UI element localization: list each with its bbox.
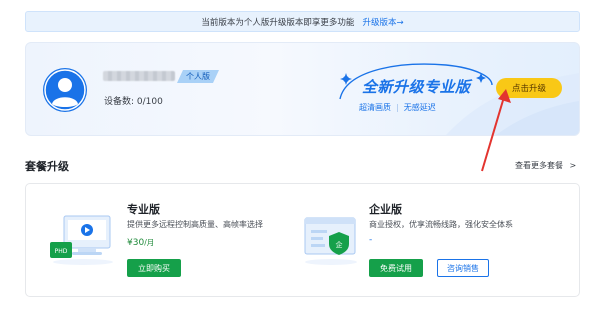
promo-features: 超清画质 | 无感延迟 [359, 102, 436, 113]
free-trial-button[interactable]: 免费试用 [369, 259, 423, 277]
promo-title: 全新升级专业版 [362, 78, 471, 96]
chevron-right-icon: > [569, 161, 577, 170]
pro-plan-price: ¥30/月 [127, 237, 154, 248]
phd-badge-label: PHD [55, 248, 68, 255]
avatar [43, 68, 87, 112]
pro-price-unit: /月 [144, 238, 155, 247]
section-title: 套餐升级 [25, 160, 69, 173]
pro-plan-description: 提供更多远程控制高质量、高帧率选择 [127, 220, 263, 229]
device-count: 设备数: 0/100 [104, 97, 163, 107]
enterprise-plan-illustration: 企 [301, 212, 361, 266]
more-plans-link[interactable]: 查看更多套餐 > [515, 160, 576, 171]
monitor-play-icon: PHD [50, 215, 113, 265]
shield-badge-label: 企 [336, 240, 343, 249]
red-arrow-annotation [481, 89, 511, 172]
promo-feature-latency: 无感延迟 [403, 103, 436, 112]
more-plans-label: 查看更多套餐 [515, 161, 563, 170]
promo-separator: | [396, 103, 399, 112]
notice-text: 当前版本为个人版升级版本即享更多功能 [201, 17, 355, 28]
plans-card: PHD 专业版 提供更多远程控制高质量、高帧率选择 ¥30/月 立即购买 企 企… [25, 183, 580, 297]
contact-sales-button[interactable]: 咨询销售 [437, 259, 489, 277]
enterprise-plan-price: - [369, 235, 373, 245]
buy-now-button[interactable]: 立即购买 [127, 259, 181, 277]
enterprise-plan-name: 企业版 [369, 203, 402, 216]
promo-feature-hd: 超清画质 [359, 103, 391, 112]
enterprise-plan-description: 商业授权，优享流畅线路，强化安全体系 [369, 220, 513, 229]
username-blurred [103, 71, 175, 81]
personal-plan-tag: 个人版 [177, 70, 219, 83]
pro-plan-illustration: PHD [48, 212, 118, 266]
pro-price-value: ¥30 [127, 238, 145, 248]
pro-plan-name: 专业版 [127, 203, 160, 216]
user-avatar-icon [44, 69, 86, 111]
shield-window-icon: 企 [304, 217, 357, 265]
upgrade-notice-bar: 当前版本为个人版升级版本即享更多功能 升级版本→ [25, 11, 580, 32]
upgrade-version-link[interactable]: 升级版本→ [362, 16, 403, 28]
